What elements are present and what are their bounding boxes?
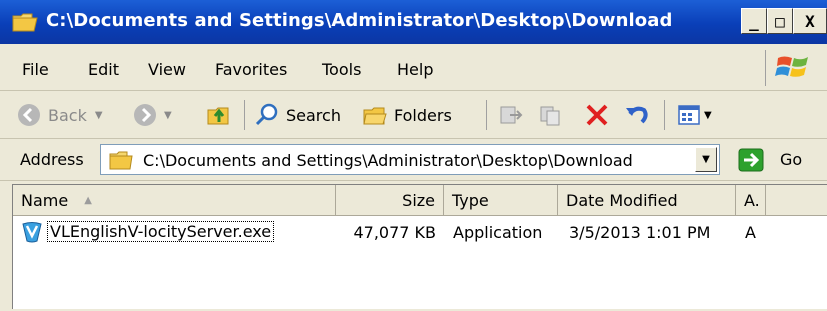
back-label: Back xyxy=(48,105,87,125)
search-button[interactable]: Search xyxy=(254,92,341,138)
address-input[interactable]: C:\Documents and Settings\Administrator\… xyxy=(100,144,720,175)
toolbar-separator xyxy=(664,100,665,130)
forward-arrow-icon xyxy=(134,104,156,126)
menu-edit[interactable]: Edit xyxy=(88,60,119,79)
sort-ascending-icon: ▲ xyxy=(84,194,92,206)
menu-separator xyxy=(765,50,766,86)
up-folder-icon xyxy=(207,107,229,125)
folders-icon xyxy=(363,107,387,125)
back-arrow-icon xyxy=(18,104,40,126)
chevron-down-icon: ▼ xyxy=(702,154,710,165)
back-button[interactable]: Back ▼ xyxy=(18,92,103,138)
column-header-size[interactable]: Size xyxy=(336,185,444,215)
file-name[interactable]: VLEnglishV-locityServer.exe xyxy=(47,221,275,242)
menu-view[interactable]: View xyxy=(148,60,186,79)
delete-button[interactable] xyxy=(584,92,610,138)
views-dropdown-icon[interactable]: ▼ xyxy=(704,110,712,121)
column-header-name[interactable]: Name ▲ xyxy=(13,185,336,215)
folder-icon xyxy=(12,13,38,32)
title-bar[interactable]: C:\Documents and Settings\Administrator\… xyxy=(0,0,827,44)
search-icon xyxy=(255,103,278,126)
views-button[interactable]: ▼ xyxy=(676,92,712,138)
column-header-date-modified[interactable]: Date Modified xyxy=(558,185,736,215)
menu-tools[interactable]: Tools xyxy=(322,60,361,79)
file-type: Application xyxy=(453,223,543,242)
address-value: C:\Documents and Settings\Administrator\… xyxy=(143,151,633,170)
menu-bar: File Edit View Favorites Tools Help xyxy=(0,46,827,91)
column-header-attributes[interactable]: A. xyxy=(736,185,766,215)
views-grid-icon xyxy=(678,105,700,125)
folder-icon xyxy=(109,151,133,170)
list-item[interactable]: VLEnglishV-locityServer.exe 47,077 KB Ap… xyxy=(13,219,827,247)
windows-logo-icon xyxy=(775,56,808,77)
undo-icon xyxy=(626,106,648,124)
minimize-button[interactable]: _ xyxy=(741,8,767,34)
address-label: Address xyxy=(20,150,84,169)
list-header: Name ▲ Size Type Date Modified A. xyxy=(13,185,827,216)
folders-button[interactable]: Folders xyxy=(362,92,452,138)
folders-label: Folders xyxy=(394,105,452,125)
up-folder-button[interactable] xyxy=(206,92,232,138)
toolbar-separator xyxy=(244,100,245,130)
address-bar: Address C:\Documents and Settings\Admini… xyxy=(0,140,827,181)
go-button[interactable]: Go xyxy=(780,150,802,169)
file-list[interactable]: Name ▲ Size Type Date Modified A. VLEngl… xyxy=(12,184,827,309)
copy-to-icon xyxy=(540,106,560,126)
toolbar-separator xyxy=(486,100,487,130)
file-size: 47,077 KB xyxy=(353,223,436,242)
back-dropdown-icon[interactable]: ▼ xyxy=(95,110,103,121)
file-attributes: A xyxy=(745,223,756,242)
explorer-window: C:\Documents and Settings\Administrator\… xyxy=(0,0,827,311)
move-to-button[interactable] xyxy=(498,92,524,138)
copy-to-button[interactable] xyxy=(538,92,564,138)
delete-x-icon xyxy=(586,104,608,126)
window-title: C:\Documents and Settings\Administrator\… xyxy=(46,10,673,31)
menu-file[interactable]: File xyxy=(22,60,49,79)
forward-dropdown-icon[interactable]: ▼ xyxy=(164,110,172,121)
undo-button[interactable] xyxy=(624,92,650,138)
search-label: Search xyxy=(286,105,341,125)
move-to-icon xyxy=(500,106,523,124)
forward-button[interactable]: ▼ xyxy=(134,92,172,138)
column-header-type[interactable]: Type xyxy=(444,185,558,215)
address-dropdown-button[interactable]: ▼ xyxy=(695,147,717,172)
menu-help[interactable]: Help xyxy=(397,60,433,79)
close-button[interactable]: X xyxy=(793,8,827,34)
menu-favorites[interactable]: Favorites xyxy=(215,60,287,79)
go-arrow-icon[interactable] xyxy=(738,148,764,172)
file-date-modified: 3/5/2013 1:01 PM xyxy=(569,223,711,242)
toolbar: Back ▼ ▼ Search Folders ▼ xyxy=(0,92,827,139)
application-exe-icon xyxy=(22,222,42,243)
maximize-button[interactable]: □ xyxy=(767,8,793,34)
